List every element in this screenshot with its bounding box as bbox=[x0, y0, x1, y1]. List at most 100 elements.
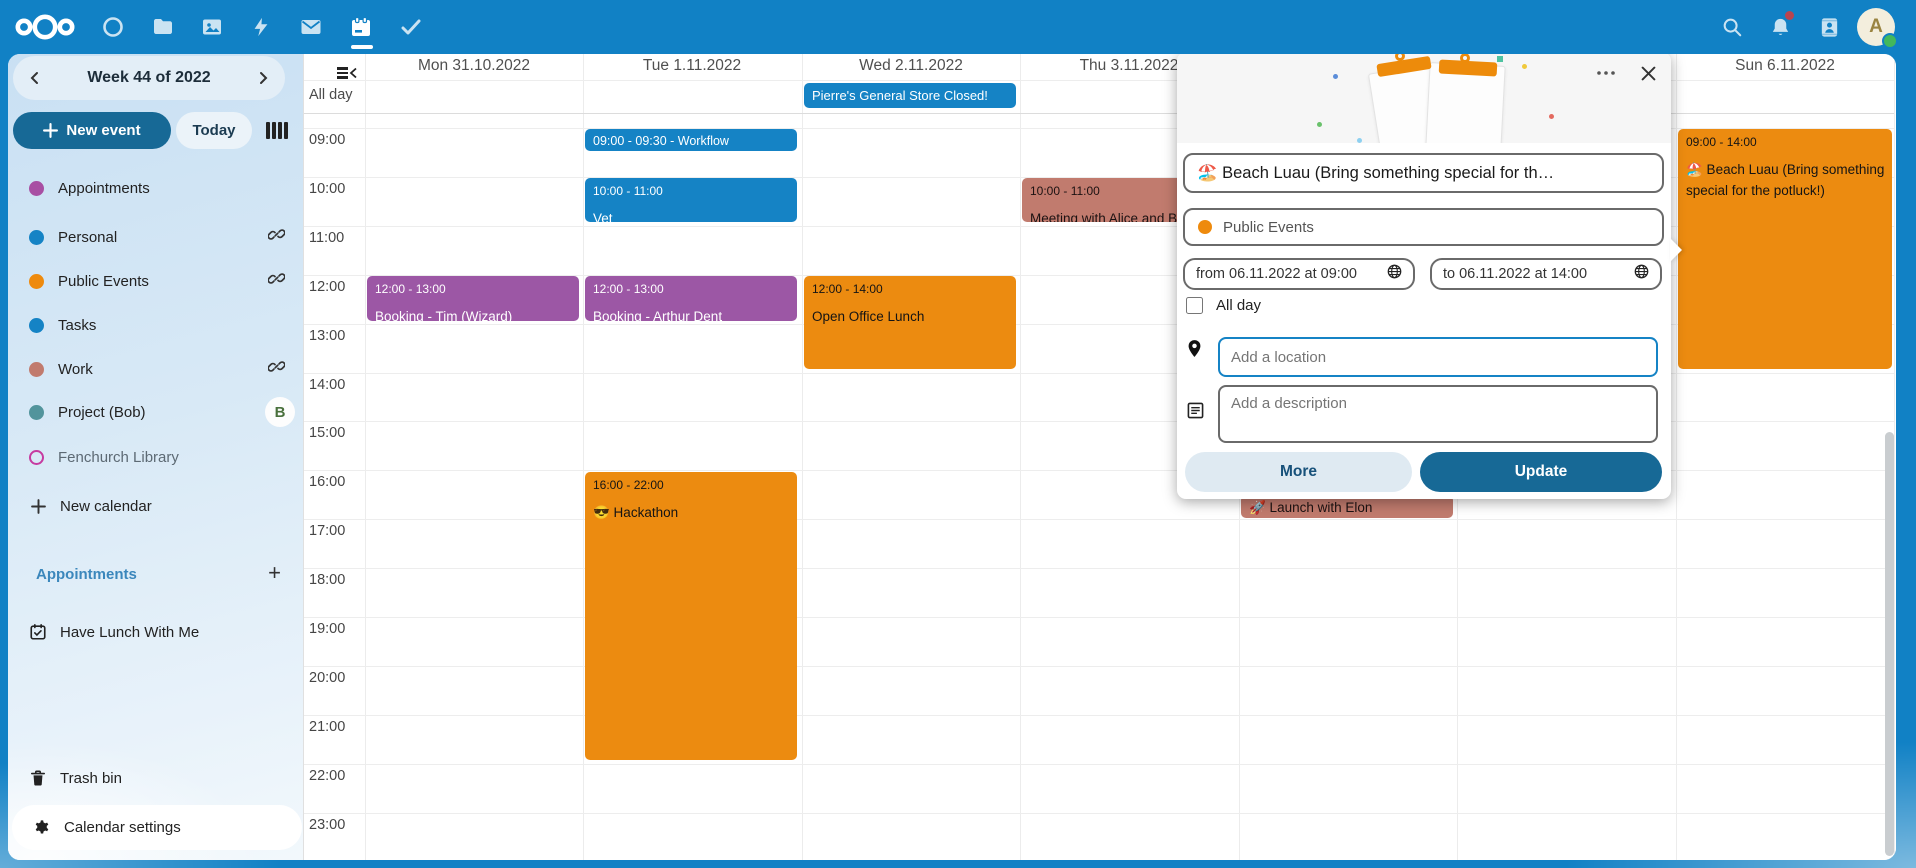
timezone-globe-icon[interactable] bbox=[1387, 264, 1402, 284]
time-label: 12:00 bbox=[309, 279, 361, 295]
popup-more-options-icon[interactable] bbox=[1591, 58, 1621, 88]
calendar-ring-dot bbox=[29, 450, 44, 465]
calendar-color-dot bbox=[29, 274, 44, 289]
calendar-color-dot bbox=[29, 230, 44, 245]
week-navigation: Week 44 of 2022 bbox=[13, 56, 285, 100]
sidebar-calendar-work[interactable]: Work bbox=[8, 349, 303, 389]
time-label: 23:00 bbox=[309, 817, 361, 833]
user-avatar[interactable]: A bbox=[1857, 8, 1895, 46]
location-field bbox=[1218, 337, 1658, 377]
time-label: 10:00 bbox=[309, 181, 361, 197]
time-label: 15:00 bbox=[309, 425, 361, 441]
event-hackathon[interactable]: 16:00 - 22:00 😎 Hackathon bbox=[585, 472, 797, 760]
popup-arrow bbox=[1670, 238, 1682, 262]
sidebar-calendar-tasks[interactable]: Tasks bbox=[8, 305, 303, 345]
calendar-color-dot bbox=[29, 181, 44, 196]
activity-icon[interactable] bbox=[239, 0, 283, 54]
appointments-heading: Appointments bbox=[36, 566, 137, 583]
plus-icon bbox=[28, 499, 48, 514]
next-week-button[interactable] bbox=[243, 56, 283, 100]
time-label: 17:00 bbox=[309, 523, 361, 539]
event-booking-tim[interactable]: 12:00 - 13:00 Booking - Tim (Wizard) bbox=[367, 276, 579, 321]
day-header-wed: Wed 2.11.2022 bbox=[802, 54, 1020, 80]
event-title-field[interactable] bbox=[1183, 153, 1664, 193]
time-label: 13:00 bbox=[309, 328, 361, 344]
shared-link-icon[interactable] bbox=[268, 358, 285, 380]
time-label: 21:00 bbox=[309, 719, 361, 735]
notifications-bell-icon[interactable] bbox=[1758, 0, 1802, 54]
calendar-icon[interactable] bbox=[339, 0, 383, 54]
previous-week-button[interactable] bbox=[15, 56, 55, 100]
photos-icon[interactable] bbox=[190, 0, 234, 54]
sidebar: Week 44 of 2022 New event Today Appointm… bbox=[8, 54, 303, 860]
tasks-icon[interactable] bbox=[389, 0, 433, 54]
update-button[interactable]: Update bbox=[1420, 452, 1662, 492]
all-day-label: All day bbox=[309, 87, 353, 103]
event-beach-luau[interactable]: 09:00 - 14:00 🏖️ Beach Luau (Bring somet… bbox=[1678, 129, 1892, 369]
calendar-settings-button[interactable]: Calendar settings bbox=[12, 805, 302, 850]
nextcloud-logo[interactable] bbox=[10, 0, 80, 54]
online-status-dot bbox=[1882, 33, 1898, 49]
end-datetime-field[interactable]: to 06.11.2022 at 14:00 bbox=[1430, 258, 1662, 290]
event-workflow-discussion[interactable]: 09:00 - 09:30 - Workflow Discussion bbox=[585, 129, 797, 151]
calendar-color-dot bbox=[1198, 220, 1212, 234]
location-pin-icon bbox=[1187, 339, 1202, 363]
start-datetime-field[interactable]: from 06.11.2022 at 09:00 bbox=[1183, 258, 1415, 290]
event-vet[interactable]: 10:00 - 11:00 Vet bbox=[585, 178, 797, 222]
time-label: 16:00 bbox=[309, 474, 361, 490]
location-input[interactable] bbox=[1231, 349, 1645, 366]
collapse-weekview-icon[interactable] bbox=[337, 67, 358, 79]
event-editor-popup: Public Events from 06.11.2022 at 09:00 t… bbox=[1177, 52, 1671, 499]
calendar-select-value: Public Events bbox=[1223, 219, 1314, 236]
sidebar-calendar-project-bob[interactable]: Project (Bob) B bbox=[8, 392, 303, 432]
calendar-color-dot bbox=[29, 405, 44, 420]
shared-link-icon[interactable] bbox=[268, 226, 285, 248]
time-label: 19:00 bbox=[309, 621, 361, 637]
trash-icon bbox=[28, 769, 48, 787]
today-button[interactable]: Today bbox=[176, 112, 252, 149]
view-columns-icon[interactable] bbox=[266, 119, 290, 141]
calendar-select-field[interactable]: Public Events bbox=[1183, 208, 1664, 246]
all-day-label: All day bbox=[1216, 297, 1261, 314]
search-icon[interactable] bbox=[1710, 0, 1754, 54]
allday-event-pierres-store[interactable]: Pierre's General Store Closed! bbox=[804, 83, 1016, 108]
description-icon bbox=[1187, 402, 1204, 424]
notification-badge bbox=[1785, 11, 1794, 20]
more-button[interactable]: More bbox=[1185, 452, 1412, 492]
shared-by-badge: B bbox=[265, 397, 295, 427]
gear-icon bbox=[32, 819, 52, 837]
add-appointment-button[interactable]: + bbox=[268, 562, 281, 584]
sidebar-calendar-public-events[interactable]: Public Events bbox=[8, 261, 303, 301]
trash-bin-button[interactable]: Trash bin bbox=[8, 758, 303, 798]
day-header-mon: Mon 31.10.2022 bbox=[365, 54, 583, 80]
calendar-check-icon bbox=[28, 623, 48, 641]
time-label: 09:00 bbox=[309, 132, 361, 148]
contacts-icon[interactable] bbox=[1807, 0, 1851, 54]
new-event-label: New event bbox=[66, 122, 140, 139]
timezone-globe-icon[interactable] bbox=[1634, 264, 1649, 284]
day-header-tue: Tue 1.11.2022 bbox=[583, 54, 801, 80]
calendar-color-dot bbox=[29, 362, 44, 377]
time-label: 18:00 bbox=[309, 572, 361, 588]
files-icon[interactable] bbox=[141, 0, 185, 54]
all-day-checkbox[interactable] bbox=[1186, 297, 1203, 314]
time-label: 20:00 bbox=[309, 670, 361, 686]
sidebar-calendar-fenchurch-library[interactable]: Fenchurch Library bbox=[8, 437, 303, 477]
new-event-button[interactable]: New event bbox=[13, 112, 171, 149]
calendar-color-dot bbox=[29, 318, 44, 333]
event-title-input[interactable] bbox=[1197, 164, 1650, 183]
vertical-scrollbar[interactable] bbox=[1885, 432, 1894, 856]
new-calendar-button[interactable]: New calendar bbox=[8, 486, 303, 526]
all-day-row: All day bbox=[1186, 297, 1261, 314]
shared-link-icon[interactable] bbox=[268, 270, 285, 292]
mail-icon[interactable] bbox=[289, 0, 333, 54]
dashboard-icon[interactable] bbox=[91, 0, 135, 54]
sidebar-calendar-appointments[interactable]: Appointments bbox=[8, 168, 303, 208]
description-input[interactable] bbox=[1220, 387, 1656, 439]
popup-close-icon[interactable] bbox=[1633, 58, 1663, 88]
event-open-office-lunch[interactable]: 12:00 - 14:00 Open Office Lunch bbox=[804, 276, 1016, 369]
sidebar-calendar-personal[interactable]: Personal bbox=[8, 217, 303, 257]
event-booking-arthur-dent[interactable]: 12:00 - 13:00 Booking - Arthur Dent bbox=[585, 276, 797, 321]
week-label: Week 44 of 2022 bbox=[87, 69, 210, 87]
appointment-item-have-lunch[interactable]: Have Lunch With Me bbox=[8, 612, 303, 652]
